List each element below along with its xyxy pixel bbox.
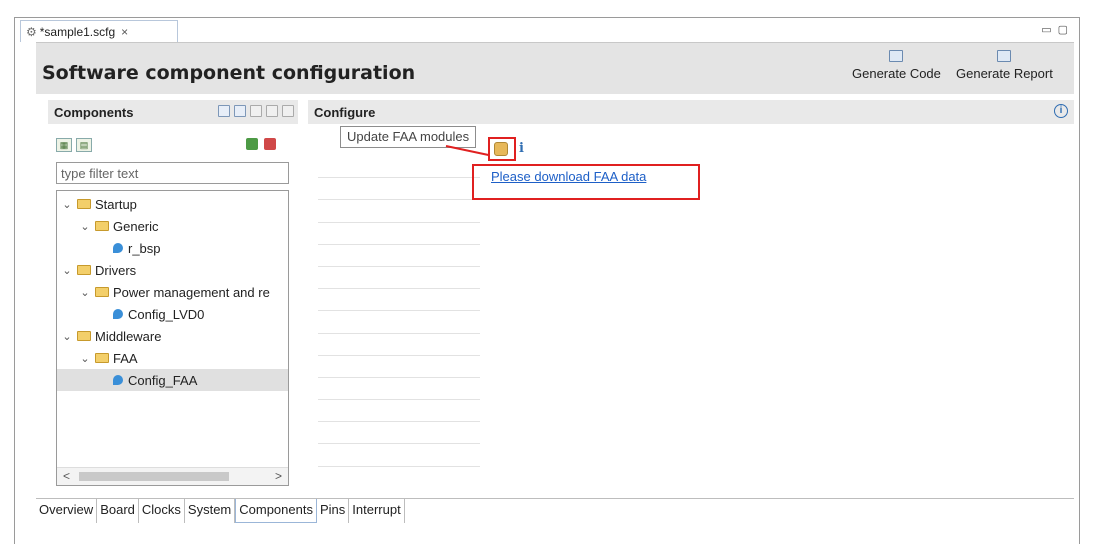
generate-report-label: Generate Report [956, 66, 1053, 81]
tab-interrupt[interactable]: Interrupt [349, 499, 405, 523]
generate-code-button[interactable]: Generate Code [852, 50, 941, 81]
filter-input[interactable] [56, 162, 289, 184]
tree-node[interactable]: ⌄ FAA [57, 347, 288, 369]
update-faa-icon[interactable] [494, 142, 508, 156]
sort-icon[interactable] [250, 105, 262, 117]
scrollbar-thumb[interactable] [79, 472, 229, 481]
folder-icon [77, 265, 91, 275]
expand-all-icon[interactable] [282, 105, 294, 117]
folder-icon [77, 199, 91, 209]
editor-tab-sample1[interactable]: ⚙ *sample1.scfg × [20, 20, 178, 42]
import-icon[interactable] [218, 105, 230, 117]
minimize-icon[interactable]: ▭ [1041, 24, 1057, 36]
bottom-tab-bar: Overview Board Clocks System Components Pins I… [36, 498, 405, 523]
chevron-down-icon[interactable]: ⌄ [79, 352, 91, 365]
component-icon [113, 375, 123, 385]
view-toggle: ▦ ▤ [56, 138, 92, 152]
chevron-down-icon[interactable]: ⌄ [61, 330, 73, 343]
chevron-down-icon[interactable]: ⌄ [61, 264, 73, 277]
editor-tab-label: *sample1.scfg [39, 24, 116, 39]
hierarchy-view-icon[interactable]: ▤ [76, 138, 92, 152]
tab-components[interactable]: Components [235, 499, 317, 523]
components-panel: ▦ ▤ Config_FAA ⌄ FAA ⌄ Middleware Config_LVD0… [48, 124, 298, 496]
tree-node-label: r_bsp [128, 240, 161, 256]
tree-node[interactable]: ⌄ Generic [57, 215, 288, 237]
tree-node-label: Power management and re [113, 284, 270, 300]
configure-title: Configure [314, 104, 376, 120]
folder-icon [95, 221, 109, 231]
collapse-all-icon[interactable] [266, 105, 278, 117]
components-toolbar [218, 105, 294, 117]
folder-icon [95, 287, 109, 297]
tab-overview[interactable]: Overview [36, 499, 98, 523]
tab-clocks[interactable]: Clocks [138, 499, 185, 523]
components-panel-header: Components [48, 100, 298, 124]
remove-component-icon[interactable] [264, 138, 276, 150]
configure-panel-header: Configure i [308, 100, 1074, 124]
add-component-icon[interactable] [246, 138, 258, 150]
tree-node[interactable]: ⌄ Drivers [57, 259, 288, 281]
generate-code-label: Generate Code [852, 66, 941, 81]
tree-node-label: Drivers [95, 262, 137, 278]
generate-code-icon [889, 50, 904, 62]
tree-node[interactable]: Config_FAA [57, 369, 288, 391]
tree-node-label: Middleware [95, 328, 162, 344]
window-controls: ▭▢ [1041, 23, 1074, 36]
tree-node[interactable]: ⌄ Middleware [57, 325, 288, 347]
update-faa-tooltip: Update FAA modules [340, 126, 477, 148]
component-tree: Config_FAA ⌄ FAA ⌄ Middleware Config_LVD0 ⌄ Pow… [56, 190, 289, 486]
chevron-down-icon[interactable]: ⌄ [79, 286, 91, 299]
scroll-right-icon[interactable]: > [275, 469, 282, 483]
tab-system[interactable]: System [184, 499, 236, 523]
tree-node[interactable]: Config_LVD0 [57, 303, 288, 325]
export-icon[interactable] [234, 105, 246, 117]
component-icon [113, 243, 123, 253]
editor-tab-row: ⚙ *sample1.scfg × ▭▢ [20, 20, 1074, 42]
tree-node-label: Generic [113, 218, 159, 234]
configure-empty-rows [318, 156, 480, 467]
page-header: Software component configuration Generat… [36, 42, 1074, 94]
component-icon [113, 309, 123, 319]
folder-icon [95, 353, 109, 363]
tree-node[interactable]: ⌄ Power management and re [57, 281, 288, 303]
tree-node-label: Startup [95, 196, 137, 212]
chevron-down-icon[interactable]: ⌄ [79, 220, 91, 233]
tree-node-label: FAA [113, 350, 138, 366]
add-remove-buttons [246, 138, 276, 150]
generate-report-button[interactable]: Generate Report [956, 50, 1053, 81]
tree-node-label: Config_FAA [128, 372, 198, 388]
category-view-icon[interactable]: ▦ [56, 138, 72, 152]
maximize-icon[interactable]: ▢ [1058, 24, 1074, 36]
info-circle-icon[interactable]: i [1054, 104, 1068, 118]
chevron-down-icon[interactable]: ⌄ [61, 198, 73, 211]
generate-report-icon [997, 50, 1012, 62]
close-icon[interactable]: × [121, 25, 128, 39]
tab-pins[interactable]: Pins [316, 499, 350, 523]
scroll-left-icon[interactable]: < [63, 469, 70, 483]
tree-node-label: Config_LVD0 [128, 306, 205, 322]
tree-node[interactable]: r_bsp [57, 237, 288, 259]
folder-icon [77, 331, 91, 341]
gear-icon: ⚙ [26, 24, 37, 39]
info-icon[interactable]: i [519, 141, 524, 156]
tab-board[interactable]: Board [97, 499, 139, 523]
tree-horizontal-scrollbar[interactable]: < > [57, 467, 288, 485]
download-faa-link[interactable]: Please download FAA data [491, 169, 646, 184]
tree-node[interactable]: ⌄ Startup [57, 193, 288, 215]
components-title: Components [54, 104, 134, 120]
page-title: Software component configuration [42, 62, 416, 84]
